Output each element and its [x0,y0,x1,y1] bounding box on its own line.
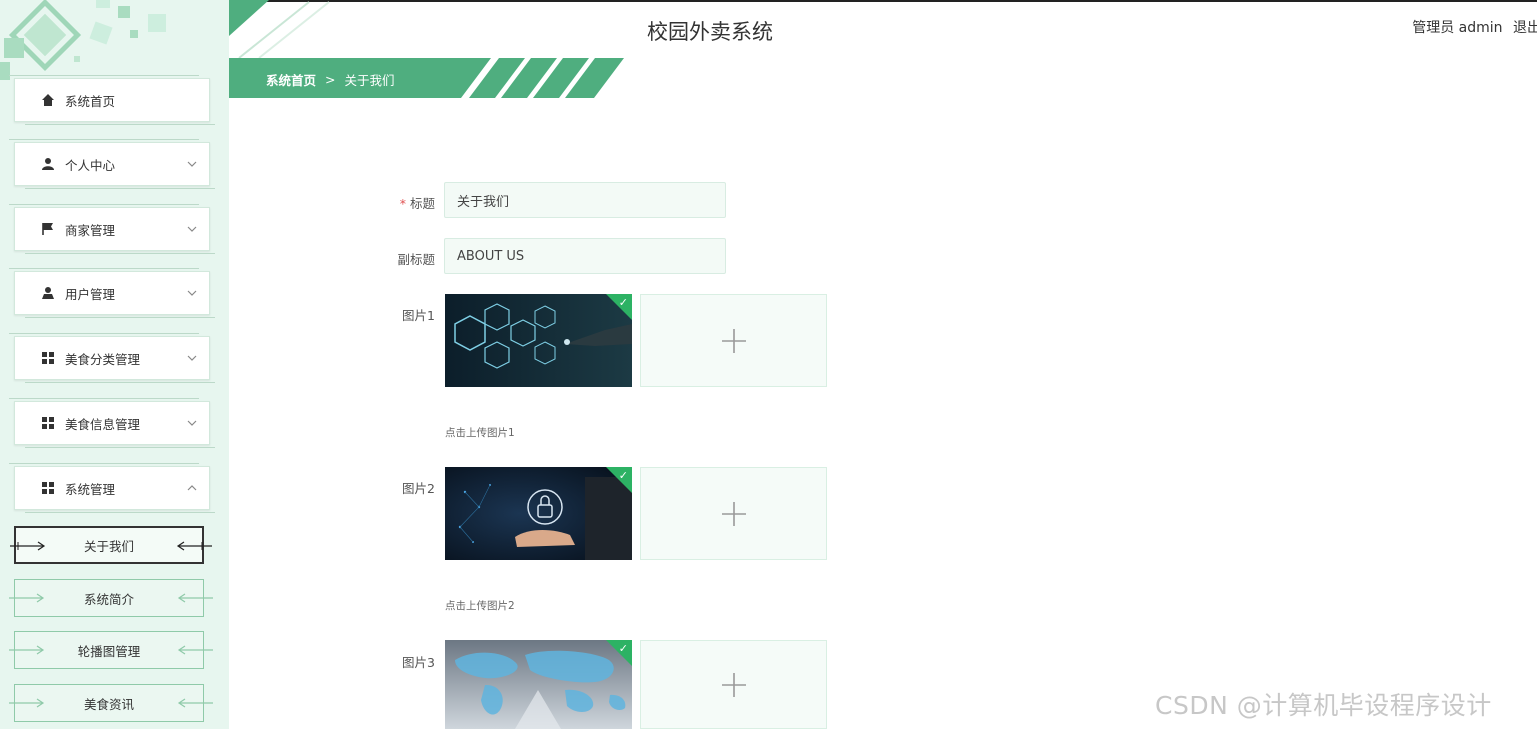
breadcrumb-home[interactable]: 系统首页 [266,70,316,89]
flag-icon [41,222,55,236]
arrow-right-icon [9,645,45,655]
csdn-watermark: CSDN @计算机毕设程序设计 [1155,691,1492,720]
world-map-warehouse-image [445,640,632,729]
image2-thumbnail[interactable]: ✓ [445,467,632,560]
plus-icon [721,501,746,526]
image1-thumbnail[interactable]: ✓ [445,294,632,387]
header-top-border [229,0,1537,2]
sidebar-item-food-category-management[interactable]: 美食分类管理 [9,333,215,383]
check-icon: ✓ [618,296,628,309]
home-icon [41,93,55,107]
title-label-text: 标题 [409,196,435,211]
sidebar: 系统首页 个人中心 商家管理 用户管理 美食分类管理 美食信息管理 系统管理 关… [0,0,229,729]
arrow-right-icon [9,698,45,708]
sidebar-item-food-info-management[interactable]: 美食信息管理 [9,398,215,448]
grid-icon [41,416,55,430]
sidebar-item-label: 系统管理 [65,481,116,497]
chevron-down-icon [187,418,197,428]
image1-label: 图片1 [402,308,435,323]
sidebar-subitem-label: 关于我们 [83,538,134,554]
breadcrumb-separator: > [325,72,336,87]
arrow-left-icon [177,645,213,655]
grid-icon [41,351,55,365]
chevron-down-icon [187,288,197,298]
breadcrumb-current: 关于我们 [344,73,395,88]
sidebar-item-label: 系统首页 [65,93,116,109]
sidebar-item-label: 美食分类管理 [65,351,141,367]
arrow-right-icon [9,593,45,603]
plus-icon [721,672,746,697]
sidebar-item-label: 个人中心 [65,157,116,173]
chevron-down-icon [187,224,197,234]
arrow-left-icon [176,541,212,551]
image3-label: 图片3 [402,655,435,670]
sidebar-item-label: 商家管理 [65,222,116,238]
image3-upload-button[interactable] [640,640,827,729]
plus-icon [721,328,746,353]
chevron-down-icon [187,353,197,363]
user-icon [41,286,55,300]
sidebar-subitem-system-intro[interactable]: 系统简介 [9,579,213,617]
chevron-up-icon [187,483,197,493]
required-mark: * [399,196,406,211]
image3-thumbnail[interactable]: ✓ [445,640,632,729]
check-icon: ✓ [618,469,628,482]
check-icon: ✓ [618,642,628,655]
user-area: 管理员 admin 退出 [1406,17,1537,37]
image1-upload-hint: 点击上传图片1 [445,427,515,439]
sidebar-subitem-about-us[interactable]: 关于我们 [10,526,212,564]
sidebar-item-label: 美食信息管理 [65,416,141,432]
user-role-label: 管理员 admin [1412,20,1503,36]
breadcrumb: 系统首页 > 关于我们 [266,70,395,89]
sidebar-item-label: 用户管理 [65,286,116,302]
person-icon [41,157,55,171]
image2-label: 图片2 [402,481,435,496]
logout-link[interactable]: 退出 [1513,20,1537,36]
sidebar-item-system-management[interactable]: 系统管理 [9,463,215,513]
sidebar-subitem-label: 轮播图管理 [77,643,141,659]
sidebar-subitem-label: 系统简介 [83,591,134,607]
sidebar-item-user-management[interactable]: 用户管理 [9,268,215,318]
arrow-left-icon [177,593,213,603]
image2-upload-button[interactable] [640,467,827,560]
sidebar-item-personal-center[interactable]: 个人中心 [9,139,215,189]
security-lock-image [445,467,632,560]
title-input[interactable] [444,182,726,218]
app-title: 校园外卖系统 [647,20,773,44]
sidebar-decoration [0,0,166,80]
subtitle-input[interactable] [444,238,726,274]
title-label: * 标题 [375,193,435,212]
image2-upload-hint: 点击上传图片2 [445,600,515,612]
sidebar-item-merchant-management[interactable]: 商家管理 [9,204,215,254]
arrow-left-icon [177,698,213,708]
sidebar-subitem-carousel-management[interactable]: 轮播图管理 [9,631,213,669]
sidebar-item-home[interactable]: 系统首页 [9,75,215,125]
sidebar-subitem-label: 美食资讯 [83,696,134,712]
subtitle-label: 副标题 [397,252,435,267]
arrow-right-icon [10,541,46,551]
job-search-image [445,294,632,387]
chevron-down-icon [187,159,197,169]
image1-upload-button[interactable] [640,294,827,387]
grid-icon [41,481,55,495]
sidebar-subitem-food-news[interactable]: 美食资讯 [9,684,213,722]
header-decoration [229,0,330,59]
